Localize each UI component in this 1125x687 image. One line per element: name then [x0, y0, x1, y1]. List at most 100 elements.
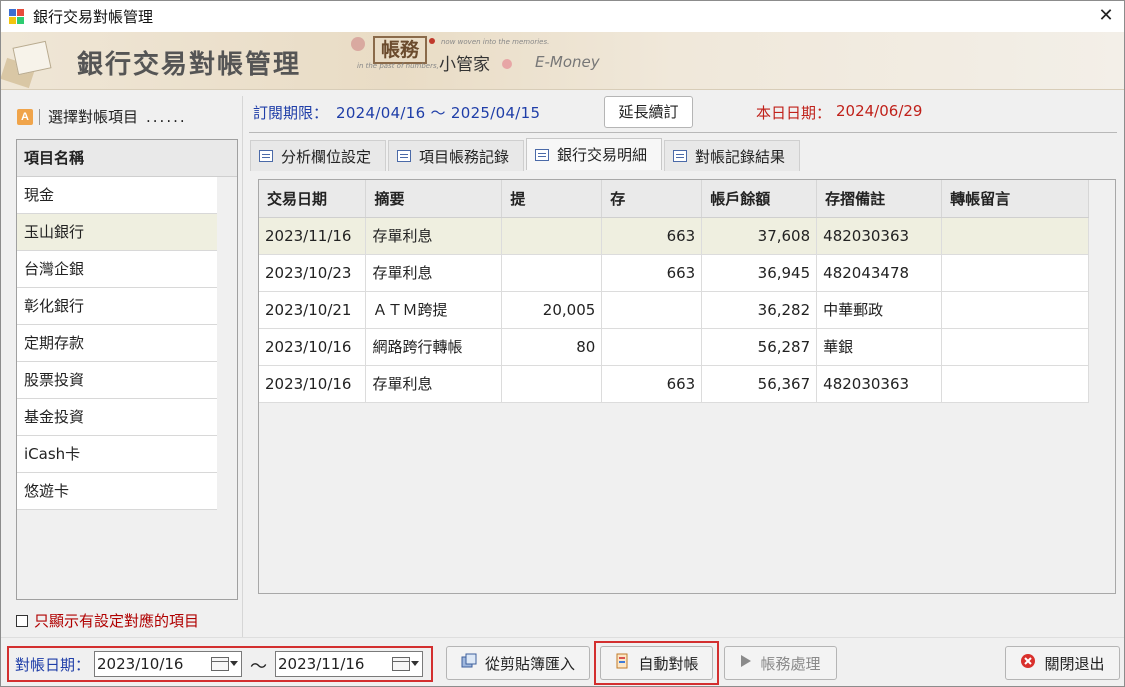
- cell-withdraw[interactable]: [501, 217, 603, 255]
- tab-field-settings[interactable]: 分析欄位設定: [250, 140, 387, 171]
- chevron-down-icon[interactable]: [230, 661, 239, 666]
- banner-decoration: [1, 32, 71, 89]
- cell-note[interactable]: 482030363: [816, 217, 943, 255]
- cell-date[interactable]: 2023/11/16: [259, 217, 367, 255]
- column-header[interactable]: 轉帳留言: [941, 180, 1089, 218]
- cell-message[interactable]: [941, 291, 1089, 329]
- tab-label: 項目帳務記錄: [419, 147, 510, 166]
- cell-summary[interactable]: ＡＴＭ跨提: [365, 291, 503, 329]
- table-row[interactable]: 2023/10/16 存單利息 663 56,367 482030363: [259, 365, 1089, 403]
- chevron-down-icon[interactable]: [411, 661, 420, 666]
- tab-reconcile-results[interactable]: 對帳記錄結果: [664, 140, 801, 171]
- import-clipboard-button[interactable]: 從剪貼簿匯入: [446, 646, 590, 680]
- close-icon[interactable]: ✕: [1094, 4, 1118, 28]
- list-item[interactable]: 悠遊卡: [17, 473, 217, 510]
- cell-date[interactable]: 2023/10/21: [259, 291, 367, 329]
- account-process-button[interactable]: 帳務處理: [724, 646, 837, 680]
- reconcile-date-label: 對帳日期：: [15, 655, 91, 674]
- cell-balance[interactable]: 56,367: [701, 365, 818, 403]
- table-row[interactable]: 2023/10/21 ＡＴＭ跨提 20,005 36,282 中華郵政: [259, 291, 1089, 329]
- cell-balance[interactable]: 36,945: [701, 254, 818, 292]
- close-circle-icon: [1020, 653, 1036, 673]
- extend-subscription-button[interactable]: 延長續訂: [604, 96, 693, 128]
- date-to-value: 2023/11/16: [278, 655, 365, 673]
- today-label: 本日日期：: [756, 104, 832, 122]
- reconcile-date-range: 對帳日期： 2023/10/16 ～ 2023/11/16: [7, 646, 433, 682]
- checkbox-box[interactable]: [16, 614, 28, 627]
- list-item[interactable]: iCash卡: [17, 436, 217, 473]
- table-row[interactable]: 2023/10/23 存單利息 663 36,945 482043478: [259, 254, 1089, 292]
- date-from-picker[interactable]: 2023/10/16: [94, 651, 243, 677]
- cell-withdraw[interactable]: [501, 365, 603, 403]
- list-item[interactable]: 基金投資: [17, 399, 217, 436]
- letter-a-icon: A: [17, 108, 33, 125]
- table-row[interactable]: 2023/10/16 網路跨行轉帳 80 56,287 華銀: [259, 328, 1089, 366]
- divider: [249, 132, 1117, 133]
- column-header[interactable]: 帳戶餘額: [701, 180, 818, 218]
- cell-date[interactable]: 2023/10/23: [259, 254, 367, 292]
- cell-balance[interactable]: 37,608: [701, 217, 818, 255]
- list-item[interactable]: 現金: [17, 177, 217, 214]
- cell-message[interactable]: [941, 254, 1089, 292]
- list-item[interactable]: 台灣企銀: [17, 251, 217, 288]
- logo-box: 帳務: [373, 36, 427, 64]
- date-to-picker[interactable]: 2023/11/16: [275, 651, 424, 677]
- cell-balance[interactable]: 56,287: [701, 328, 818, 366]
- tab-item-records[interactable]: 項目帳務記錄: [388, 140, 525, 171]
- column-header[interactable]: 存: [601, 180, 703, 218]
- logo-text: 小管家: [439, 55, 490, 75]
- calendar-icon[interactable]: [211, 657, 230, 671]
- cell-deposit[interactable]: [601, 328, 703, 366]
- app-icon: [9, 8, 25, 25]
- cell-note[interactable]: 中華郵政: [816, 291, 943, 329]
- column-header[interactable]: 提: [501, 180, 603, 218]
- cell-date[interactable]: 2023/10/16: [259, 328, 367, 366]
- cell-message[interactable]: [941, 328, 1089, 366]
- cell-deposit[interactable]: 663: [601, 254, 703, 292]
- table-icon: [259, 150, 273, 162]
- cell-withdraw[interactable]: [501, 254, 603, 292]
- date-from-value: 2023/10/16: [97, 655, 184, 673]
- cell-date[interactable]: 2023/10/16: [259, 365, 367, 403]
- cell-summary[interactable]: 存單利息: [365, 365, 503, 403]
- column-header[interactable]: 存摺備註: [816, 180, 943, 218]
- cell-deposit[interactable]: 663: [601, 217, 703, 255]
- transactions-grid-area: 交易日期 摘要 提 存 帳戶餘額 存摺備註 轉帳留言 2023/11/16 存單…: [258, 179, 1116, 594]
- banner-title: 銀行交易對帳管理: [77, 50, 302, 80]
- list-item[interactable]: 股票投資: [17, 362, 217, 399]
- cell-message[interactable]: [941, 217, 1089, 255]
- list-item[interactable]: 彰化銀行: [17, 288, 217, 325]
- table-row[interactable]: 2023/11/16 存單利息 663 37,608 482030363: [259, 217, 1089, 255]
- tab-label: 銀行交易明細: [557, 146, 648, 164]
- logo-tagline: now woven into the memories.: [441, 38, 550, 46]
- transactions-table: 交易日期 摘要 提 存 帳戶餘額 存摺備註 轉帳留言 2023/11/16 存單…: [259, 180, 1089, 403]
- subscription-bar: 訂閱期限： 2024/04/16 ～ 2025/04/15 延長續訂 本日日期：…: [253, 96, 1119, 132]
- item-list-header[interactable]: 項目名稱: [17, 140, 237, 177]
- column-header[interactable]: 摘要: [365, 180, 503, 218]
- cell-deposit[interactable]: [601, 291, 703, 329]
- calendar-icon[interactable]: [392, 657, 411, 671]
- table-icon: [535, 148, 550, 161]
- cell-message[interactable]: [941, 365, 1089, 403]
- cell-withdraw[interactable]: 20,005: [501, 291, 603, 329]
- show-mapped-only-checkbox[interactable]: 只顯示有設定對應的項目: [16, 610, 199, 631]
- cell-deposit[interactable]: 663: [601, 365, 703, 403]
- cell-note[interactable]: 華銀: [816, 328, 943, 366]
- list-item[interactable]: 玉山銀行: [17, 214, 217, 251]
- cell-balance[interactable]: 36,282: [701, 291, 818, 329]
- tab-bank-transactions[interactable]: 銀行交易明細: [526, 138, 663, 170]
- cell-summary[interactable]: 存單利息: [365, 254, 503, 292]
- auto-reconcile-button[interactable]: 自動對帳: [600, 646, 713, 680]
- cell-withdraw[interactable]: 80: [501, 328, 603, 366]
- window-title: 銀行交易對帳管理: [33, 8, 154, 26]
- cell-summary[interactable]: 存單利息: [365, 217, 503, 255]
- cell-note[interactable]: 482043478: [816, 254, 943, 292]
- close-exit-button[interactable]: 關閉退出: [1005, 646, 1120, 680]
- cell-note[interactable]: 482030363: [816, 365, 943, 403]
- table-icon: [397, 150, 412, 162]
- cell-summary[interactable]: 網路跨行轉帳: [365, 328, 503, 366]
- item-list: 項目名稱 現金 玉山銀行 台灣企銀 彰化銀行 定期存款 股票投資 基金投資 iC…: [16, 139, 238, 600]
- list-item[interactable]: 定期存款: [17, 325, 217, 362]
- emoney-label: E-Money: [535, 53, 600, 71]
- column-header[interactable]: 交易日期: [259, 180, 367, 218]
